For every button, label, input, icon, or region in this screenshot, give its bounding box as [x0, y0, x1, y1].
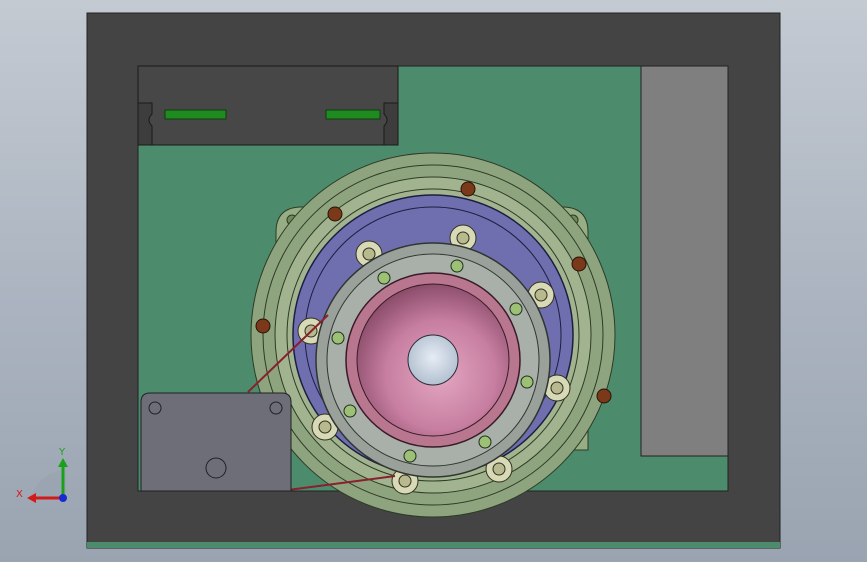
- center-bore: [407, 334, 459, 386]
- housing-base-edge: [87, 542, 780, 548]
- coordinate-triad[interactable]: Y X: [16, 447, 68, 503]
- stepper-motor: [140, 392, 292, 492]
- x-axis-label: X: [16, 489, 23, 500]
- driver-box: [137, 65, 399, 146]
- cad-viewport[interactable]: Y X: [0, 0, 867, 562]
- motor-shaft: [205, 457, 227, 479]
- driver-slot-left: [164, 109, 227, 120]
- y-axis-label: Y: [58, 447, 66, 458]
- side-panel: [640, 65, 729, 457]
- driver-slot-right: [325, 109, 381, 120]
- rotary-table: [250, 152, 616, 518]
- z-axis-dot: [59, 494, 67, 502]
